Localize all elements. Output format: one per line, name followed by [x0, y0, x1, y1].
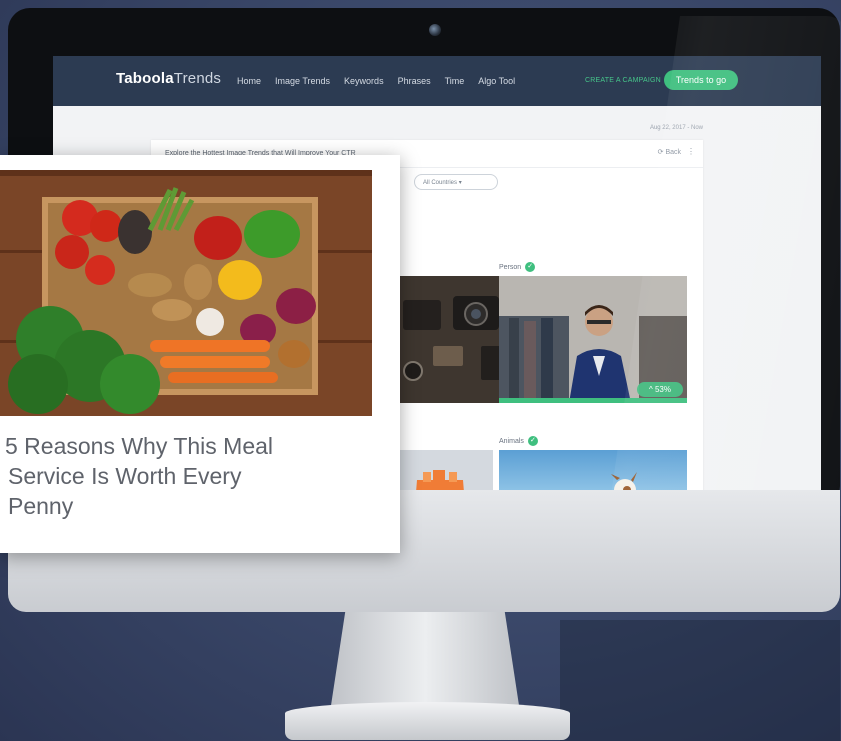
category-name: Animals	[499, 437, 524, 445]
ad-headline-line-2: Service Is Worth Every	[8, 463, 242, 489]
logo-bold-text: Taboola	[116, 70, 174, 87]
taboola-trends-logo[interactable]: TaboolaTrends	[116, 70, 221, 87]
arrow-up-icon: ^	[648, 385, 653, 394]
more-options-icon[interactable]: ⋮	[687, 147, 695, 156]
category-label-animals: Animals ✓	[499, 436, 538, 446]
ad-headline-line-3: Penny	[8, 493, 74, 519]
check-icon: ✓	[527, 436, 538, 446]
trend-percent-badge: ^ 53%	[637, 382, 683, 397]
desk-shadow	[560, 620, 840, 741]
country-dropdown[interactable]: All Countries ▾	[414, 174, 498, 190]
image-tile-person[interactable]: ^ 53%	[499, 276, 687, 403]
nav-links: Home Image Trends Keywords Phrases Time …	[237, 76, 515, 86]
category-name: Person	[499, 263, 522, 271]
nav-link-image-trends[interactable]: Image Trends	[275, 76, 330, 86]
trend-bar	[499, 398, 687, 403]
ad-headline[interactable]: 5 Reasons Why This Meal Service Is Worth…	[5, 431, 375, 521]
vegetable-box-image	[0, 170, 372, 416]
nav-link-time[interactable]: Time	[445, 76, 465, 86]
date-range-label: Aug 22, 2017 - Now	[649, 125, 703, 131]
vegetables-crate-illustration	[0, 170, 372, 416]
webcam-icon	[429, 24, 441, 36]
nav-link-keywords[interactable]: Keywords	[344, 76, 384, 86]
country-dropdown-value: All Countries	[423, 180, 458, 186]
nav-link-phrases[interactable]: Phrases	[398, 76, 431, 86]
sponsored-ad-card[interactable]: 5 Reasons Why This Meal Service Is Worth…	[0, 155, 400, 553]
back-label: Back	[665, 149, 681, 156]
trend-percent-value: 53%	[654, 385, 671, 394]
chevron-down-icon: ▾	[458, 180, 462, 186]
back-button[interactable]: ⟳ Back	[658, 148, 681, 156]
category-label-person: Person ✓	[499, 262, 536, 272]
ad-headline-line-1: 5 Reasons Why This Meal	[5, 433, 274, 459]
create-campaign-link[interactable]: CREATE A CAMPAIGN	[585, 77, 661, 84]
top-navbar: TaboolaTrends Home Image Trends Keywords…	[53, 56, 821, 106]
refresh-icon: ⟳	[657, 149, 664, 156]
monitor-stand-base	[285, 702, 570, 740]
logo-thin-text: Trends	[173, 70, 222, 87]
monitor-stand	[330, 612, 520, 712]
nav-link-home[interactable]: Home	[237, 76, 261, 86]
trends-to-go-button[interactable]: Trends to go	[664, 70, 738, 90]
check-icon: ✓	[525, 262, 536, 272]
nav-link-algo-tool[interactable]: Algo Tool	[478, 76, 515, 86]
